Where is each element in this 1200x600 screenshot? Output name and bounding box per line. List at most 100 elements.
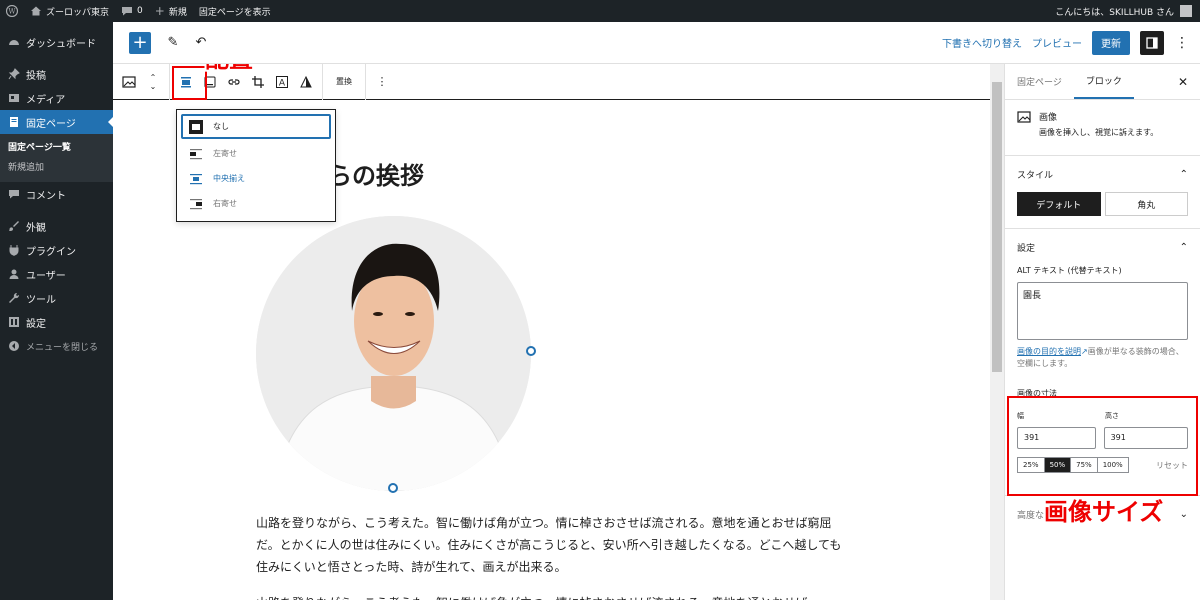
option-label: 左寄せ — [213, 149, 237, 158]
add-block-button[interactable]: + — [129, 31, 151, 54]
wrench-icon — [9, 292, 20, 303]
settings-panel-header[interactable]: 設定 ⌃ — [1017, 229, 1188, 265]
chevron-up-icon: ⌃ — [1179, 241, 1188, 253]
new-content-link[interactable]: + 新規 — [149, 0, 193, 22]
sidebar-collapse-menu[interactable]: メニューを閉じる — [0, 334, 113, 358]
align-none-icon — [189, 119, 203, 134]
admin-bar: W ズーロッパ東京 0 + 新規 固定ページを表示 こんにちは、SKILLHUB… — [0, 0, 1200, 22]
resize-handle-bottom[interactable] — [388, 483, 398, 493]
paragraph-block[interactable]: 山路を登りながら、こう考えた。智に働けば角が立つ。情に棹さおさせば流される。意地… — [256, 512, 846, 578]
update-button[interactable]: 更新 — [1092, 30, 1130, 55]
alt-text-field[interactable]: 園長 — [1017, 282, 1188, 340]
sidebar-item-plugins[interactable]: プラグイン — [0, 238, 113, 262]
scrollbar-thumb[interactable] — [992, 82, 1002, 372]
pin-icon — [8, 68, 20, 80]
user-icon — [9, 269, 19, 279]
style-rounded-button[interactable]: 角丸 — [1104, 192, 1188, 216]
close-icon[interactable]: ✕ — [1166, 64, 1200, 99]
sidebar-item-dashboard[interactable]: ダッシュボード — [0, 30, 113, 54]
wp-logo-icon[interactable]: W — [0, 0, 24, 22]
block-options-icon[interactable]: ⋮ — [370, 64, 394, 100]
comments-link[interactable]: 0 — [115, 0, 149, 22]
sidebar-item-appearance[interactable]: 外観 — [0, 214, 113, 238]
sidebar-item-label: 外観 — [26, 222, 46, 234]
align-annotation: 配置 — [205, 64, 253, 74]
undo-icon[interactable]: ↶ — [193, 35, 209, 51]
alt-help-link[interactable]: 画像の目的を説明 — [1017, 347, 1081, 356]
new-label: 新規 — [168, 7, 187, 18]
brush-icon — [9, 221, 19, 231]
image-size-highlight-box — [1007, 396, 1198, 496]
dashboard-icon — [9, 40, 19, 45]
media-icon — [9, 94, 19, 102]
sidebar-item-label: プラグイン — [26, 246, 76, 258]
tab-page[interactable]: 固定ページ — [1005, 64, 1074, 99]
sidebar-item-label: メニューを閉じる — [26, 342, 99, 353]
image-icon — [1017, 111, 1031, 123]
page-heading[interactable]: らの挨拶 — [328, 156, 424, 191]
sidebar-item-label: 設定 — [26, 318, 46, 330]
avatar[interactable] — [1180, 5, 1192, 17]
sidebar-item-tools[interactable]: ツール — [0, 286, 113, 310]
styles-panel-header[interactable]: スタイル ⌃ — [1017, 156, 1188, 192]
svg-text:A: A — [279, 78, 286, 88]
align-left-option[interactable]: 左寄せ — [177, 141, 335, 166]
site-name: ズーロッパ東京 — [46, 7, 110, 18]
preview-button[interactable]: プレビュー — [1032, 35, 1082, 50]
chevron-down-icon: ⌄ — [1179, 508, 1188, 520]
comment-icon — [9, 190, 19, 199]
editor-canvas: ⌃ ⌄ A 置換 ⋮ らの挨拶 山路を登りながら、こう考えた。智に働けば角が立つ… — [113, 64, 990, 600]
sidebar-sub-all-pages[interactable]: 固定ページ一覧 — [0, 134, 113, 158]
duotone-icon[interactable] — [294, 64, 318, 100]
view-page-link[interactable]: 固定ページを表示 — [193, 0, 277, 22]
more-options-icon[interactable]: ⋮ — [1174, 35, 1190, 51]
chevron-up-icon: ⌃ — [1179, 168, 1188, 180]
sidebar-item-label: ダッシュボード — [26, 38, 96, 50]
align-highlight-box — [172, 66, 207, 100]
svg-text:W: W — [8, 8, 16, 16]
pencil-icon[interactable]: ✎ — [165, 35, 181, 51]
align-left-icon — [189, 147, 203, 161]
greeting[interactable]: こんにちは、SKILLHUB さん — [1055, 5, 1174, 18]
alt-label: ALT テキスト (代替テキスト) — [1017, 266, 1122, 275]
sidebar-item-label: ユーザー — [26, 270, 66, 282]
switch-to-draft-button[interactable]: 下書きへ切り替え — [942, 35, 1022, 50]
sidebar-item-label: 固定ページ — [26, 118, 76, 130]
sidebar-item-label: コメント — [26, 190, 66, 202]
align-none-option[interactable]: なし — [181, 114, 331, 139]
sidebar-item-label: 投稿 — [26, 70, 46, 82]
comment-count: 0 — [137, 6, 143, 16]
sidebar-item-comments[interactable]: コメント — [0, 182, 113, 206]
style-default-button[interactable]: デフォルト — [1017, 192, 1101, 216]
paragraph-block[interactable]: 山路を登りながら、こう考えた。智に働けば角が立つ。情に棹さおさせば流される。意地… — [256, 592, 846, 600]
canvas-scrollbar[interactable] — [990, 64, 1004, 600]
align-center-option[interactable]: 中央揃え — [177, 166, 335, 191]
sidebar-item-label: メディア — [26, 94, 66, 106]
replace-button[interactable]: 置換 — [327, 64, 361, 100]
site-name-link[interactable]: ズーロッパ東京 — [24, 0, 115, 22]
settings-panel-toggle[interactable] — [1140, 30, 1164, 55]
alignment-menu: なし 左寄せ 中央揃え 右寄せ — [176, 109, 336, 222]
align-right-option[interactable]: 右寄せ — [177, 191, 335, 216]
sidebar-item-pages[interactable]: 固定ページ — [0, 110, 113, 134]
editor-header: + ✎ ↶ 下書きへ切り替え プレビュー 更新 ⋮ — [113, 22, 1200, 64]
image-block[interactable] — [256, 216, 531, 491]
sidebar-item-media[interactable]: メディア — [0, 86, 113, 110]
sidebar-sub-add-new[interactable]: 新規追加 — [0, 158, 113, 182]
block-description: 画像を挿入し、視覚に訴えます。 — [1039, 128, 1159, 137]
sidebar-item-posts[interactable]: 投稿 — [0, 62, 113, 86]
resize-handle-right[interactable] — [526, 346, 536, 356]
tab-block[interactable]: ブロック — [1073, 64, 1134, 99]
option-label: 右寄せ — [213, 199, 237, 208]
image-size-annotation: 画像サイズ — [1044, 498, 1164, 526]
sidebar-item-users[interactable]: ユーザー — [0, 262, 113, 286]
image-block-icon[interactable] — [117, 64, 141, 100]
block-name: 画像 — [1039, 113, 1058, 123]
portrait-image — [256, 216, 531, 491]
sidebar-panel-icon — [1146, 36, 1158, 49]
plugin-icon — [9, 245, 19, 256]
text-overlay-icon[interactable]: A — [270, 64, 294, 100]
move-up-down-icon[interactable]: ⌃ ⌄ — [141, 64, 165, 100]
home-icon — [31, 6, 41, 16]
sidebar-item-settings[interactable]: 設定 — [0, 310, 113, 334]
